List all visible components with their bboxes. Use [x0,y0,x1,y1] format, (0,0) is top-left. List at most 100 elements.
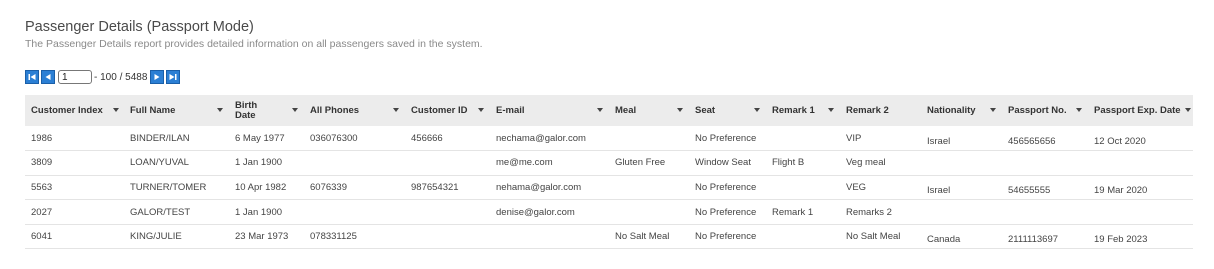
cell-remark-2: No Salt Meal [846,231,901,243]
cell-email: me@me.com [496,157,553,169]
next-page-button[interactable] [150,70,165,84]
header-label: Passport No. [1008,104,1067,116]
cell-birth-date: 1 Jan 1900 [235,157,283,169]
pagination: - 100 / 5488 [25,69,182,85]
column-header-remark-2[interactable]: Remark 2 [840,95,921,126]
table-row[interactable]: 2027 GALOR/TEST 1 Jan 1900 denise@galor.… [25,200,1193,225]
header-label: Seat [695,104,716,116]
sort-arrow-icon[interactable] [478,107,484,112]
cell-email: nechama@galor.com [496,132,586,144]
header-label: Meal [615,104,637,116]
cell-seat: No Preference [695,181,757,193]
column-header-nationality[interactable]: Nationality [921,95,1002,126]
cell-seat: No Preference [695,206,757,218]
cell-passport-exp-date: 12 Oct 2020 [1094,135,1146,147]
column-header-customer-id[interactable]: Customer ID [405,95,490,126]
sort-arrow-icon[interactable] [217,107,223,112]
cell-nationality: Canada [927,234,961,246]
page-number-input[interactable] [58,70,92,84]
column-header-customer-index[interactable]: Customer Index [25,95,124,126]
table-row[interactable]: 6041 KING/JULIE 23 Mar 1973 078331125 No… [25,224,1193,249]
cell-passport-exp-date: 19 Feb 2023 [1094,234,1148,246]
column-header-email[interactable]: E-mail [490,95,609,126]
cell-remark-1: Remark 1 [772,206,814,218]
cell-seat: No Preference [695,132,757,144]
header-label: Full Name [130,104,176,116]
cell-nationality: Israel [927,135,951,147]
sort-arrow-icon[interactable] [113,107,119,112]
sort-arrow-icon[interactable] [597,107,603,112]
cell-full-name: BINDER/ILAN [130,132,190,144]
cell-full-name: KING/JULIE [130,231,182,243]
page-range-text: - 100 / 5488 [94,71,148,83]
header-label: Customer ID [411,104,468,116]
cell-meal: No Salt Meal [615,231,670,243]
cell-remark-1 [766,126,840,151]
report-header: Passenger Details (Passport Mode) The Pa… [25,18,483,51]
cell-customer-id [405,224,490,249]
table-row[interactable]: 3809 LOAN/YUVAL 1 Jan 1900 me@me.com Glu… [25,151,1193,176]
sort-arrow-icon[interactable] [1185,107,1191,112]
first-page-button[interactable] [25,70,39,84]
sort-arrow-icon[interactable] [292,107,298,112]
column-header-meal[interactable]: Meal [609,95,689,126]
cell-phones [304,151,405,176]
cell-email: nehama@galor.com [496,181,582,193]
next-page-icon [154,74,160,80]
cell-seat: No Preference [695,231,757,243]
cell-customer-index: 1986 [31,132,53,144]
cell-remark-2: Veg meal [846,157,886,169]
page-title: Passenger Details (Passport Mode) [25,19,254,35]
sort-arrow-icon[interactable] [828,107,834,112]
cell-passport-no [1002,151,1088,176]
sort-arrow-icon[interactable] [754,107,760,112]
header-label: All Phones [310,104,360,116]
cell-passport-no: 54655555 [1008,184,1051,196]
column-header-full-name[interactable]: Full Name [124,95,229,126]
cell-birth-date: 10 Apr 1982 [235,181,287,193]
column-header-passport-exp-date[interactable]: Passport Exp. Date [1088,95,1193,126]
first-page-icon [28,74,36,80]
cell-meal [609,200,689,225]
header-label: Nationality [927,104,976,116]
table-row[interactable]: 5563 TURNER/TOMER 10 Apr 1982 6076339 98… [25,175,1193,200]
cell-customer-index: 5563 [31,181,53,193]
cell-passport-no: 2111113697 [1008,234,1059,246]
cell-remark-2: VEG [846,181,867,193]
cell-birth-date: 23 Mar 1973 [235,231,289,243]
sort-arrow-icon[interactable] [677,107,683,112]
cell-full-name: GALOR/TEST [130,206,191,218]
previous-page-icon [45,74,51,80]
cell-phones [304,200,405,225]
header-label: Remark 1 [772,104,815,116]
table-row[interactable]: 1986 BINDER/ILAN 6 May 1977 036076300 45… [25,126,1193,151]
cell-customer-index: 3809 [31,157,53,169]
previous-page-button[interactable] [41,70,55,84]
page-subtitle: The Passenger Details report provides de… [25,38,483,50]
column-header-remark-1[interactable]: Remark 1 [766,95,840,126]
sort-arrow-icon[interactable] [1076,107,1082,112]
cell-phones: 6076339 [310,181,347,193]
sort-arrow-icon[interactable] [393,107,399,112]
cell-passport-exp-date [1088,200,1193,225]
cell-birth-date: 1 Jan 1900 [235,206,283,218]
cell-email: denise@galor.com [496,206,575,218]
column-header-seat[interactable]: Seat [689,95,766,126]
cell-nationality [921,151,1002,176]
header-label: Passport Exp. Date [1094,104,1181,116]
cell-phones: 078331125 [310,231,357,243]
column-header-all-phones[interactable]: All Phones [304,95,405,126]
sort-arrow-icon[interactable] [990,107,996,112]
column-header-passport-no[interactable]: Passport No. [1002,95,1088,126]
passenger-table: Customer Index Full Name Birth Date All … [25,95,1193,249]
cell-meal [609,175,689,200]
cell-phones: 036076300 [310,132,358,144]
cell-customer-index: 6041 [31,231,53,243]
header-label: Birth Date [235,99,258,121]
cell-remark-2: VIP [846,132,862,144]
last-page-button[interactable] [166,70,181,84]
cell-remark-2: Remarks 2 [846,206,892,218]
cell-email [490,224,609,249]
column-header-birth-date[interactable]: Birth Date [229,95,304,126]
cell-passport-no: 456565656 [1008,135,1056,147]
